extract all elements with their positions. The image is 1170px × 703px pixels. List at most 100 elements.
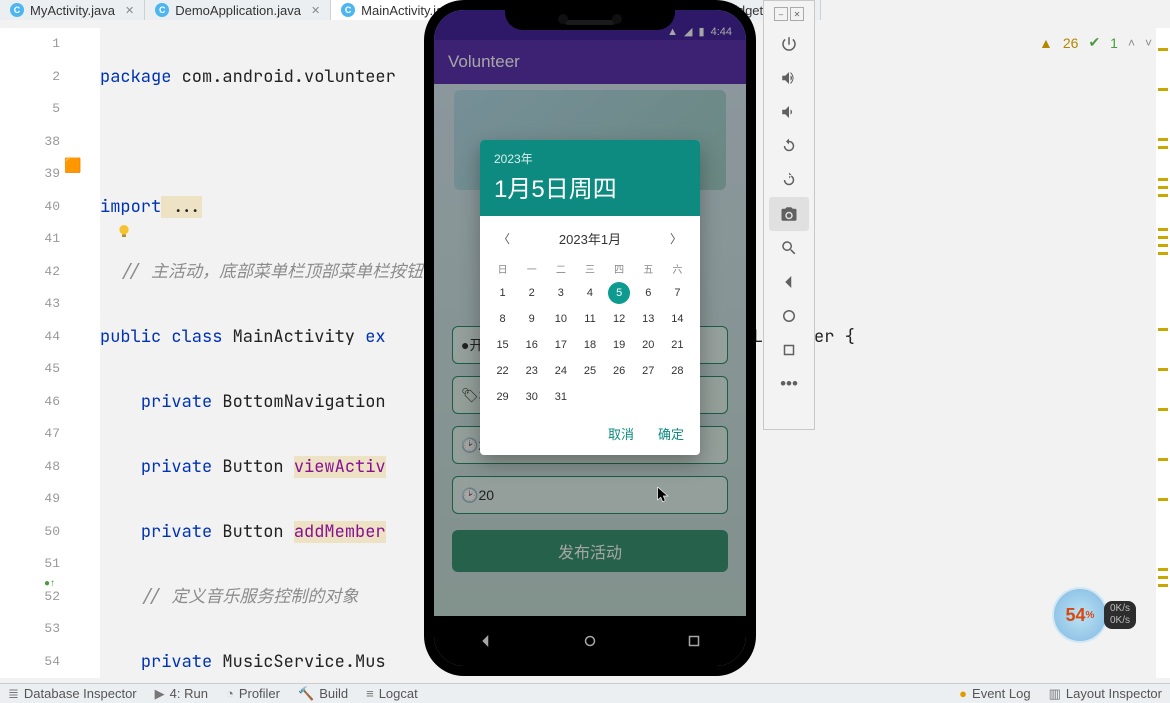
network-widget[interactable]: 54% 0K/s0K/s — [1052, 587, 1136, 643]
camera-icon[interactable] — [769, 197, 809, 231]
emulator-device: ▲ ◢ ▮ 4:44 Volunteer ●开 🏷30 🕑20 🕑20 发布活动… — [424, 0, 756, 676]
tab-demoapplication[interactable]: CDemoApplication.java✕ — [145, 0, 331, 20]
calendar-day[interactable]: 31 — [546, 384, 575, 410]
calendar-day[interactable]: 4 — [575, 280, 604, 306]
tab-label: DemoApplication.java — [175, 3, 301, 18]
calendar-day[interactable]: 11 — [575, 306, 604, 332]
calendar-day[interactable]: 1 — [488, 280, 517, 306]
line-number: 40 — [0, 191, 60, 224]
calendar-day[interactable]: 24 — [546, 358, 575, 384]
line-number: 41 — [0, 223, 60, 256]
back-icon[interactable] — [769, 265, 809, 299]
calendar-day[interactable]: 29 — [488, 384, 517, 410]
profiler-icon: ◔ — [226, 686, 234, 701]
tab-label: MyActivity.java — [30, 3, 115, 18]
minimize-icon[interactable]: – — [774, 7, 788, 21]
picker-year[interactable]: 2023年 — [494, 150, 686, 167]
calendar-day[interactable]: 25 — [575, 358, 604, 384]
calendar-day[interactable]: 10 — [546, 306, 575, 332]
picker-month[interactable]: 2023年1月 — [559, 229, 621, 248]
run-tab[interactable]: ▶4: Run — [155, 686, 208, 702]
line-number: 38 — [0, 126, 60, 159]
calendar-day[interactable]: 28 — [663, 358, 692, 384]
calendar-day[interactable]: 26 — [605, 358, 634, 384]
event-log-tab[interactable]: ●Event Log — [959, 686, 1030, 701]
close-icon[interactable]: ✕ — [311, 4, 320, 17]
database-inspector-tab[interactable]: ≣Database Inspector — [8, 686, 137, 702]
impl-gutter-icon[interactable]: ●↑ — [44, 578, 55, 589]
emulator-screen[interactable]: ▲ ◢ ▮ 4:44 Volunteer ●开 🏷30 🕑20 🕑20 发布活动… — [434, 10, 746, 666]
home-icon[interactable] — [769, 299, 809, 333]
emulator-toolbar: – ✕ ••• — [763, 0, 815, 430]
rotate-left-icon[interactable] — [769, 129, 809, 163]
override-gutter-icon[interactable]: 🟧 — [64, 157, 81, 174]
line-number: 42 — [0, 256, 60, 289]
line-number: 53 — [0, 613, 60, 646]
ide-bottom-bar: ≣Database Inspector ▶4: Run ◔Profiler 🔨B… — [0, 683, 1170, 703]
line-number: 39 — [0, 158, 60, 191]
volume-up-icon[interactable] — [769, 61, 809, 95]
close-icon[interactable]: ✕ — [125, 4, 134, 17]
database-icon: ≣ — [8, 686, 19, 702]
cancel-button[interactable]: 取消 — [608, 424, 634, 443]
ok-button[interactable]: 确定 — [658, 424, 684, 443]
calendar-day[interactable]: 17 — [546, 332, 575, 358]
line-number: 1 — [0, 28, 60, 61]
layout-inspector-tab[interactable]: ▥Layout Inspector — [1049, 686, 1162, 702]
java-class-icon: C — [341, 3, 355, 17]
more-icon[interactable]: ••• — [769, 367, 809, 401]
dialog-actions: 取消 确定 — [480, 416, 700, 455]
prev-month-icon[interactable]: 〈 — [492, 226, 516, 251]
calendar-day[interactable]: 20 — [634, 332, 663, 358]
calendar-day[interactable]: 3 — [546, 280, 575, 306]
logcat-icon: ≡ — [366, 686, 374, 701]
calendar-day[interactable]: 16 — [517, 332, 546, 358]
calendar-day[interactable]: 2 — [517, 280, 546, 306]
close-icon[interactable]: ✕ — [790, 7, 804, 21]
calendar-day[interactable]: 5 — [605, 280, 634, 306]
calendar-day[interactable]: 19 — [605, 332, 634, 358]
line-number: 54 — [0, 646, 60, 679]
line-number: 49 — [0, 483, 60, 516]
calendar-day[interactable]: 27 — [634, 358, 663, 384]
line-number: 45 — [0, 353, 60, 386]
hammer-icon: 🔨 — [298, 686, 314, 702]
calendar-day[interactable]: 21 — [663, 332, 692, 358]
dow: 五 — [634, 257, 663, 280]
logcat-tab[interactable]: ≡Logcat — [366, 686, 418, 701]
net-pct-badge: 54% — [1052, 587, 1108, 643]
error-stripe[interactable] — [1156, 28, 1170, 678]
window-controls: – ✕ — [774, 7, 804, 21]
net-rates: 0K/s0K/s — [1104, 601, 1136, 629]
calendar-day — [634, 384, 663, 410]
profiler-tab[interactable]: ◔Profiler — [226, 686, 280, 701]
zoom-icon[interactable] — [769, 231, 809, 265]
tab-myactivity[interactable]: CMyActivity.java✕ — [0, 0, 145, 20]
calendar-day[interactable]: 14 — [663, 306, 692, 332]
dow: 一 — [517, 257, 546, 280]
play-icon: ▶ — [155, 686, 165, 702]
next-month-icon[interactable]: 〉 — [664, 226, 688, 251]
calendar-day[interactable]: 30 — [517, 384, 546, 410]
calendar-day[interactable]: 15 — [488, 332, 517, 358]
calendar-day[interactable]: 8 — [488, 306, 517, 332]
rotate-right-icon[interactable] — [769, 163, 809, 197]
picker-month-row: 〈 2023年1月 〉 — [480, 216, 700, 255]
calendar-day[interactable]: 23 — [517, 358, 546, 384]
date-picker-header: 2023年 1月5日周四 — [480, 140, 700, 216]
line-number: 43 — [0, 288, 60, 321]
power-icon[interactable] — [769, 27, 809, 61]
calendar-day[interactable]: 7 — [663, 280, 692, 306]
date-picker-dialog: 2023年 1月5日周四 〈 2023年1月 〉 日 一 二 三 四 五 — [480, 140, 700, 455]
calendar-day[interactable]: 22 — [488, 358, 517, 384]
calendar-day[interactable]: 18 — [575, 332, 604, 358]
build-tab[interactable]: 🔨Build — [298, 686, 348, 702]
dow: 六 — [663, 257, 692, 280]
volume-down-icon[interactable] — [769, 95, 809, 129]
calendar-day[interactable]: 12 — [605, 306, 634, 332]
calendar-day[interactable]: 13 — [634, 306, 663, 332]
dow: 三 — [575, 257, 604, 280]
calendar-day[interactable]: 6 — [634, 280, 663, 306]
overview-icon[interactable] — [769, 333, 809, 367]
calendar-day[interactable]: 9 — [517, 306, 546, 332]
